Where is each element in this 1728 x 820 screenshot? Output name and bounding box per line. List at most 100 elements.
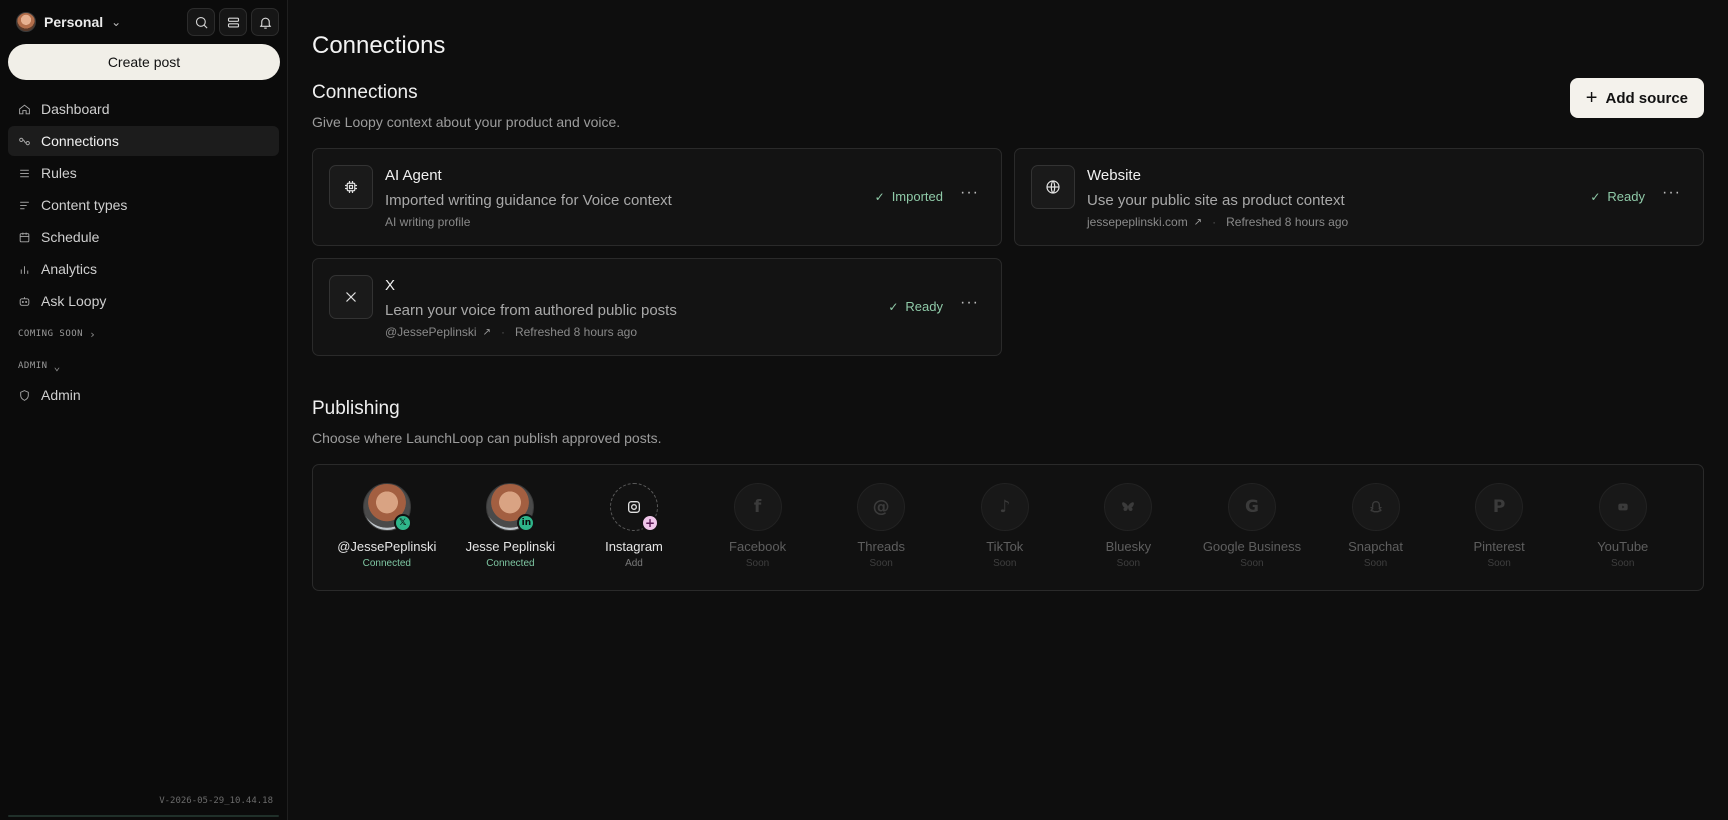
snapchat-icon: [1351, 483, 1400, 531]
nav-dashboard[interactable]: Dashboard: [8, 94, 279, 124]
publish-name: Instagram: [605, 539, 663, 554]
nav-connections[interactable]: Connections: [8, 126, 279, 156]
instagram-icon: [627, 501, 640, 513]
avatar: 𝕏: [362, 483, 412, 532]
publish-name: YouTube: [1597, 539, 1649, 554]
external-link-icon[interactable]: ↗: [1194, 217, 1202, 228]
publish-facebook: f Facebook Soon: [696, 483, 820, 590]
refreshed-time: Refreshed 8 hours ago: [1226, 215, 1349, 229]
google-icon: G: [1227, 483, 1276, 531]
publish-state: Soon: [1240, 558, 1264, 569]
layout-icon: [227, 17, 239, 27]
card-title: AI Agent: [385, 167, 442, 184]
publish-name: TikTok: [986, 539, 1024, 554]
connections-subtitle: Give Loopy context about your product an…: [312, 114, 621, 130]
publish-name: Google Business: [1202, 539, 1302, 554]
nav-analytics[interactable]: Analytics: [8, 254, 279, 284]
publish-threads: @ Threads Soon: [819, 483, 943, 590]
more-options-icon[interactable]: ···: [1662, 184, 1681, 202]
workspace-avatar: [16, 12, 36, 32]
x-logo-icon: [346, 292, 356, 302]
facebook-icon: f: [733, 483, 782, 531]
content-icon: [20, 201, 29, 209]
x-handle-link[interactable]: @JessePeplinski: [385, 325, 477, 339]
notifications-button[interactable]: [251, 8, 279, 36]
chip-icon-box: [329, 165, 373, 209]
connections-title: Connections: [312, 82, 418, 103]
x-badge-icon: 𝕏: [393, 514, 412, 532]
chevron-down-icon: ⌄: [111, 15, 122, 29]
calendar-icon: [19, 232, 30, 242]
pinterest-icon: P: [1475, 483, 1524, 531]
list-icon: [20, 169, 29, 177]
nav-content-types[interactable]: Content types: [8, 190, 279, 220]
publish-state: Soon: [1487, 558, 1511, 569]
separator-dot: ·: [500, 325, 505, 339]
publish-state: Soon: [745, 558, 770, 569]
layout-toggle-button[interactable]: [219, 8, 247, 36]
page-title: Connections: [312, 32, 446, 59]
add-source-button[interactable]: + Add source: [1569, 78, 1704, 118]
youtube-icon: [1598, 483, 1647, 531]
external-link-icon[interactable]: ↗: [483, 327, 491, 338]
publish-tiktok: ♪ TikTok Soon: [943, 483, 1067, 590]
publishing-panel: 𝕏 @JessePeplinski Connected in Jesse Pep…: [312, 464, 1704, 591]
publish-bluesky: Bluesky Soon: [1067, 483, 1191, 590]
nav-label: Ask Loopy: [41, 293, 107, 309]
card-meta: AI writing profile: [385, 215, 471, 229]
nav-ask-loopy[interactable]: Ask Loopy: [8, 286, 279, 316]
avatar: in: [486, 483, 536, 532]
nav-schedule[interactable]: Schedule: [8, 222, 279, 252]
chevron-right-icon: ›: [89, 327, 97, 341]
publish-pinterest: P Pinterest Soon: [1437, 483, 1561, 590]
nav-rules[interactable]: Rules: [8, 158, 279, 188]
admin-section[interactable]: ADMIN ⌄: [8, 352, 279, 380]
connection-cards: AI Agent Imported writing guidance for V…: [312, 148, 1704, 356]
workspace-switcher[interactable]: Personal ⌄: [8, 12, 121, 32]
status-label: Ready: [1607, 189, 1645, 204]
link-icon: [19, 137, 30, 145]
publish-x-account[interactable]: 𝕏 @JessePeplinski Connected: [325, 483, 449, 590]
nav-label: Admin: [41, 387, 81, 403]
instagram-add-circle: +: [609, 483, 659, 532]
bar-chart-icon: [20, 265, 29, 274]
globe-icon: [1046, 180, 1060, 194]
publish-linkedin-account[interactable]: in Jesse Peplinski Connected: [449, 483, 573, 590]
publish-snapchat: Snapchat Soon: [1314, 483, 1438, 590]
publish-name: Threads: [857, 539, 906, 554]
more-options-icon[interactable]: ···: [960, 184, 979, 202]
nav-label: Analytics: [41, 261, 98, 277]
coming-soon-label: COMING SOON: [18, 329, 84, 339]
add-plus-icon: +: [640, 514, 659, 532]
create-post-button[interactable]: Create post: [8, 44, 280, 80]
add-source-label: Add source: [1605, 89, 1688, 107]
publish-state: Connected: [362, 558, 411, 569]
more-options-icon[interactable]: ···: [960, 294, 979, 312]
publishing-subtitle: Choose where LaunchLoop can publish appr…: [312, 430, 662, 446]
publish-name: Facebook: [729, 539, 787, 554]
publish-name: @JessePeplinski: [337, 539, 437, 554]
sidebar-bottom-bar: [8, 815, 279, 817]
publish-name: Snapchat: [1348, 539, 1404, 554]
home-icon: [19, 104, 30, 114]
plus-icon: +: [1585, 87, 1598, 109]
connection-card-x[interactable]: X Learn your voice from authored public …: [312, 258, 1002, 356]
check-icon: ✓: [874, 189, 885, 204]
x-logo-icon-box: [329, 275, 373, 319]
connection-card-website[interactable]: Website Use your public site as product …: [1014, 148, 1704, 246]
publish-name: Pinterest: [1473, 539, 1525, 554]
nav-admin[interactable]: Admin: [8, 380, 279, 410]
chevron-down-icon: ⌄: [53, 359, 61, 373]
connection-card-ai-agent[interactable]: AI Agent Imported writing guidance for V…: [312, 148, 1002, 246]
threads-icon: @: [857, 483, 906, 531]
nav-label: Connections: [41, 133, 119, 149]
publish-instagram[interactable]: + Instagram Add: [572, 483, 696, 590]
status-badge: ✓ Imported: [875, 189, 943, 204]
publishing-title: Publishing: [312, 398, 400, 419]
search-button[interactable]: [187, 8, 215, 36]
version-label: V-2026-05-29_10.44.18: [159, 796, 273, 806]
website-link[interactable]: jessepeplinski.com: [1087, 215, 1188, 229]
check-icon: ✓: [888, 299, 899, 314]
publish-state: Soon: [1116, 558, 1141, 569]
coming-soon-section[interactable]: COMING SOON ›: [8, 320, 279, 348]
